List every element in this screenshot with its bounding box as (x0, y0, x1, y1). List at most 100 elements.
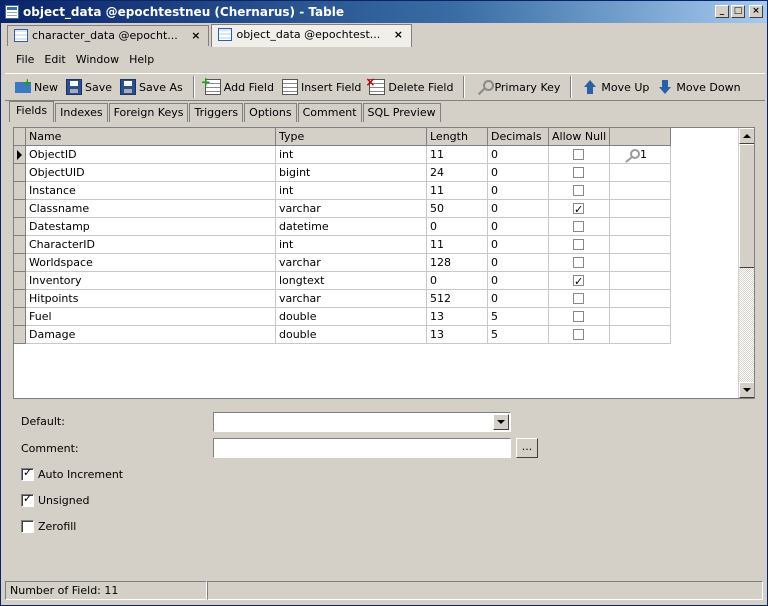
column-header-decimals[interactable]: Decimals (488, 128, 549, 146)
default-combo[interactable] (213, 412, 511, 432)
cell-key[interactable] (610, 200, 671, 218)
delete-field-button[interactable]: Delete Field (365, 75, 457, 99)
menu-edit[interactable]: Edit (39, 49, 70, 71)
cell-decimals[interactable]: 0 (488, 254, 549, 272)
cell-length[interactable]: 50 (427, 200, 488, 218)
cell-key[interactable] (610, 164, 671, 182)
tab-comment[interactable]: Comment (297, 103, 362, 122)
cell-name[interactable]: ObjectID (26, 146, 276, 164)
cell-type[interactable]: varchar (276, 290, 427, 308)
cell-decimals[interactable]: 0 (488, 182, 549, 200)
cell-type[interactable]: varchar (276, 254, 427, 272)
row-header[interactable] (14, 272, 26, 290)
cell-length[interactable]: 11 (427, 236, 488, 254)
table-row[interactable]: ObjectID int 11 0 1 (14, 146, 671, 164)
scroll-up-button[interactable] (739, 128, 754, 144)
cell-decimals[interactable]: 5 (488, 308, 549, 326)
minimize-button[interactable]: _ (715, 5, 729, 18)
table-row[interactable]: Worldspace varchar 128 0 (14, 254, 671, 272)
insert-field-button[interactable]: Insert Field (278, 75, 365, 99)
auto-increment-checkbox[interactable] (21, 466, 34, 481)
cell-name[interactable]: Damage (26, 326, 276, 344)
cell-length[interactable]: 512 (427, 290, 488, 308)
cell-type[interactable]: bigint (276, 164, 427, 182)
cell-type[interactable]: double (276, 308, 427, 326)
cell-decimals[interactable]: 0 (488, 218, 549, 236)
cell-length[interactable]: 0 (427, 218, 488, 236)
table-row[interactable]: Instance int 11 0 (14, 182, 671, 200)
tab-foreign-keys[interactable]: Foreign Keys (108, 103, 189, 122)
current-row-indicator[interactable] (14, 146, 26, 164)
save-button[interactable]: Save (62, 75, 116, 99)
cell-key[interactable] (610, 236, 671, 254)
cell-type[interactable]: int (276, 146, 427, 164)
tab-close-icon[interactable]: × (191, 26, 200, 46)
cell-type[interactable]: double (276, 326, 427, 344)
allow-null-checkbox[interactable] (573, 257, 584, 268)
allow-null-checkbox[interactable] (573, 329, 584, 340)
cell-type[interactable]: datetime (276, 218, 427, 236)
add-field-button[interactable]: Add Field (201, 75, 278, 99)
tab-triggers[interactable]: Triggers (189, 103, 244, 122)
row-header[interactable] (14, 326, 26, 344)
column-header-type[interactable]: Type (276, 128, 427, 146)
allow-null-checkbox[interactable] (573, 293, 584, 304)
scroll-thumb[interactable] (739, 144, 754, 268)
comment-editor-button[interactable]: ... (516, 438, 538, 458)
cell-decimals[interactable]: 0 (488, 164, 549, 182)
allow-null-checkbox[interactable] (573, 311, 584, 322)
allow-null-checkbox[interactable] (573, 201, 584, 217)
table-row[interactable]: Damage double 13 5 (14, 326, 671, 344)
doc-tab-character-data[interactable]: character_data @epocht... × (7, 25, 210, 46)
cell-length[interactable]: 11 (427, 182, 488, 200)
cell-key[interactable] (610, 326, 671, 344)
tab-close-icon[interactable]: × (394, 25, 403, 45)
cell-key[interactable] (610, 290, 671, 308)
table-row[interactable]: Datestamp datetime 0 0 (14, 218, 671, 236)
table-row[interactable]: Hitpoints varchar 512 0 (14, 290, 671, 308)
grid-vertical-scrollbar[interactable] (738, 128, 754, 398)
tab-indexes[interactable]: Indexes (55, 103, 108, 122)
cell-key[interactable] (610, 254, 671, 272)
cell-decimals[interactable]: 5 (488, 326, 549, 344)
row-header[interactable] (14, 290, 26, 308)
menu-help[interactable]: Help (124, 49, 159, 71)
menu-window[interactable]: Window (71, 49, 124, 71)
new-button[interactable]: New (11, 75, 62, 99)
cell-length[interactable]: 13 (427, 326, 488, 344)
column-header-key[interactable] (610, 128, 671, 146)
cell-type[interactable]: varchar (276, 200, 427, 218)
table-row[interactable]: Classname varchar 50 0 (14, 200, 671, 218)
row-header[interactable] (14, 236, 26, 254)
cell-key[interactable] (610, 182, 671, 200)
chevron-down-icon[interactable] (493, 414, 509, 430)
zerofill-option[interactable]: Zerofill (21, 520, 76, 533)
scroll-down-button[interactable] (739, 382, 754, 398)
cell-name[interactable]: Instance (26, 182, 276, 200)
cell-key[interactable] (610, 218, 671, 236)
cell-length[interactable]: 128 (427, 254, 488, 272)
cell-length[interactable]: 0 (427, 272, 488, 290)
unsigned-option[interactable]: Unsigned (21, 492, 90, 507)
cell-name[interactable]: Worldspace (26, 254, 276, 272)
cell-length[interactable]: 11 (427, 146, 488, 164)
cell-decimals[interactable]: 0 (488, 146, 549, 164)
row-header[interactable] (14, 254, 26, 272)
allow-null-checkbox[interactable] (573, 273, 584, 289)
allow-null-checkbox[interactable] (573, 239, 584, 250)
cell-name[interactable]: CharacterID (26, 236, 276, 254)
tab-sql-preview[interactable]: SQL Preview (362, 103, 441, 122)
cell-length[interactable]: 24 (427, 164, 488, 182)
cell-key[interactable]: 1 (610, 146, 671, 164)
cell-name[interactable]: Classname (26, 200, 276, 218)
comment-input[interactable] (213, 438, 511, 458)
save-as-button[interactable]: Save As (116, 75, 187, 99)
cell-decimals[interactable]: 0 (488, 290, 549, 308)
menu-file[interactable]: File (11, 49, 39, 71)
cell-name[interactable]: Datestamp (26, 218, 276, 236)
cell-name[interactable]: Inventory (26, 272, 276, 290)
allow-null-checkbox[interactable] (573, 167, 584, 178)
cell-name[interactable]: Fuel (26, 308, 276, 326)
cell-type[interactable]: int (276, 236, 427, 254)
cell-decimals[interactable]: 0 (488, 272, 549, 290)
